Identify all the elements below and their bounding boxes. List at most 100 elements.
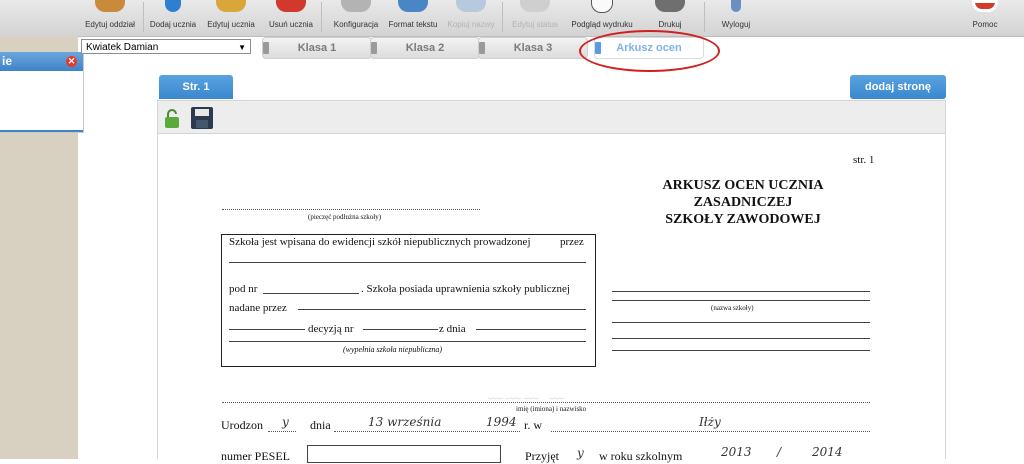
registration-decyzja: decyzją nr (308, 323, 354, 335)
tab-klasa-2[interactable]: Klasa 2 (370, 37, 480, 59)
add-student-icon (165, 0, 181, 12)
registration-field-line[interactable] (229, 262, 586, 263)
edit-status-button[interactable]: Edytuj status (506, 0, 564, 36)
copy-names-label: Kopiuj nazwy (447, 20, 495, 29)
student-name-line[interactable] (222, 402, 870, 403)
registration-line-text: Szkoła jest wpisana do ewidencji szkół n… (229, 236, 531, 248)
delete-student-button[interactable]: Usuń ucznia (263, 0, 319, 36)
logout-icon (731, 0, 741, 12)
close-icon[interactable]: ✕ (66, 56, 77, 67)
configuration-button[interactable]: Konfiguracja (328, 0, 384, 36)
registration-pod-nr: pod nr (229, 283, 258, 295)
tab-label: Klasa 3 (513, 42, 553, 54)
stamp-line (222, 209, 480, 210)
add-student-label: Dodaj ucznia (149, 20, 197, 29)
born-date: 13 września (368, 415, 442, 429)
registration-przez: przez (560, 236, 584, 248)
registration-nadane-line[interactable] (298, 309, 586, 310)
born-suffix: y (282, 415, 289, 429)
tab-label: Klasa 1 (297, 42, 337, 54)
born-rw: r. w (524, 418, 542, 432)
edit-class-button[interactable]: Edytuj oddział (78, 0, 142, 36)
add-page-button[interactable]: dodaj stronę (850, 75, 946, 99)
student-select[interactable]: Kwiatek Damian ▼ (81, 39, 251, 54)
born-year: 1994 (486, 415, 517, 429)
school-name-label: (nazwa szkoły) (711, 304, 754, 312)
school-name-line-2[interactable] (612, 300, 870, 301)
tab-marker-icon (479, 42, 485, 54)
document-toolbar (157, 100, 946, 134)
print-label: Drukuj (658, 20, 682, 29)
print-preview-icon (591, 0, 613, 13)
registration-note: (wypełnia szkoła niepubliczna) (343, 345, 443, 354)
born-place-line[interactable] (551, 431, 870, 432)
save-icon[interactable] (191, 107, 213, 129)
page-tab-1[interactable]: Str. 1 (159, 75, 233, 99)
copy-names-icon (456, 0, 486, 12)
pesel-label: numer PESEL (221, 449, 290, 463)
student-name-label: imię (imiona) i nazwisko (516, 405, 587, 413)
document-page: str. 1 ARKUSZ OCEN UCZNIA ZASADNICZEJ SZ… (157, 134, 946, 463)
przyjet-suffix: y (577, 446, 584, 460)
copy-names-button[interactable]: Kopiuj nazwy (443, 0, 499, 36)
logout-button[interactable]: Wyloguj (708, 0, 764, 36)
help-button[interactable]: Pomoc (960, 0, 1010, 36)
student-name-handwriting: ﹏﹏﹏ ﹏ (488, 384, 568, 402)
tab-marker-icon (371, 42, 377, 54)
side-panel: ie ✕ (0, 52, 84, 133)
pesel-field[interactable] (307, 445, 501, 463)
add-student-button[interactable]: Dodaj ucznia (145, 0, 201, 36)
tab-label: Klasa 2 (405, 42, 445, 54)
configuration-label: Konfiguracja (333, 20, 379, 29)
born-suffix-line (268, 431, 296, 432)
text-format-label: Format tekstu (388, 20, 438, 29)
print-preview-label: Podgląd wydruku (571, 20, 633, 29)
lifebuoy-icon (972, 0, 998, 12)
edit-class-label: Edytuj oddział (85, 20, 135, 29)
edit-status-label: Edytuj status (512, 20, 558, 29)
printer-icon (655, 0, 685, 12)
edit-student-icon (216, 0, 246, 12)
school-name-line-3[interactable] (612, 322, 870, 323)
born-prefix: Urodzon (221, 418, 263, 432)
chevron-down-icon: ▼ (238, 43, 246, 52)
year-to: 2014 (812, 445, 843, 459)
edit-status-icon (520, 0, 550, 12)
text-format-button[interactable]: Format tekstu (385, 0, 441, 36)
edit-class-icon (95, 0, 125, 12)
year-from: 2013 (721, 445, 752, 459)
registration-number-line[interactable] (263, 293, 359, 294)
born-place: Iłży (699, 415, 721, 429)
school-name-line-5[interactable] (612, 350, 870, 351)
side-panel-border (0, 130, 83, 132)
document-title-2: ZASADNICZEJ (693, 195, 793, 210)
student-select-value: Kwiatek Damian (86, 42, 159, 53)
registration-extra-line[interactable] (229, 341, 586, 342)
registration-decision-line[interactable] (229, 329, 305, 330)
main-toolbar: Edytuj oddział Dodaj ucznia Edytuj uczni… (0, 0, 1024, 37)
logout-label: Wyloguj (721, 20, 751, 29)
delete-student-icon (276, 0, 306, 12)
side-panel-title: ie (2, 54, 13, 68)
born-date-line[interactable] (334, 431, 520, 432)
registration-decision-no-line[interactable] (363, 329, 438, 330)
edit-student-label: Edytuj ucznia (207, 20, 255, 29)
school-name-line-1[interactable] (612, 291, 870, 292)
stamp-label: (pieczęć podłużna szkoły) (308, 213, 382, 221)
registration-date-line[interactable] (476, 329, 586, 330)
unlock-icon[interactable] (165, 109, 179, 128)
edit-student-button[interactable]: Edytuj ucznia (203, 0, 259, 36)
side-panel-header: ie ✕ (0, 52, 83, 71)
page-number: str. 1 (853, 154, 875, 166)
tab-klasa-1[interactable]: Klasa 1 (262, 37, 372, 59)
document-title-3: SZKOŁY ZAWODOWEJ (665, 212, 821, 227)
registration-z-dnia: z dnia (439, 323, 466, 335)
tab-klasa-3[interactable]: Klasa 3 (478, 37, 588, 59)
registration-posiada: . Szkoła posiada uprawnienia szkoły publ… (361, 283, 570, 295)
born-dnia: dnia (310, 418, 331, 432)
delete-student-label: Usuń ucznia (268, 20, 314, 29)
gear-icon (341, 0, 371, 12)
registration-nadane: nadane przez (229, 302, 287, 314)
school-name-line-4[interactable] (612, 338, 870, 339)
tab-marker-icon (263, 42, 269, 54)
